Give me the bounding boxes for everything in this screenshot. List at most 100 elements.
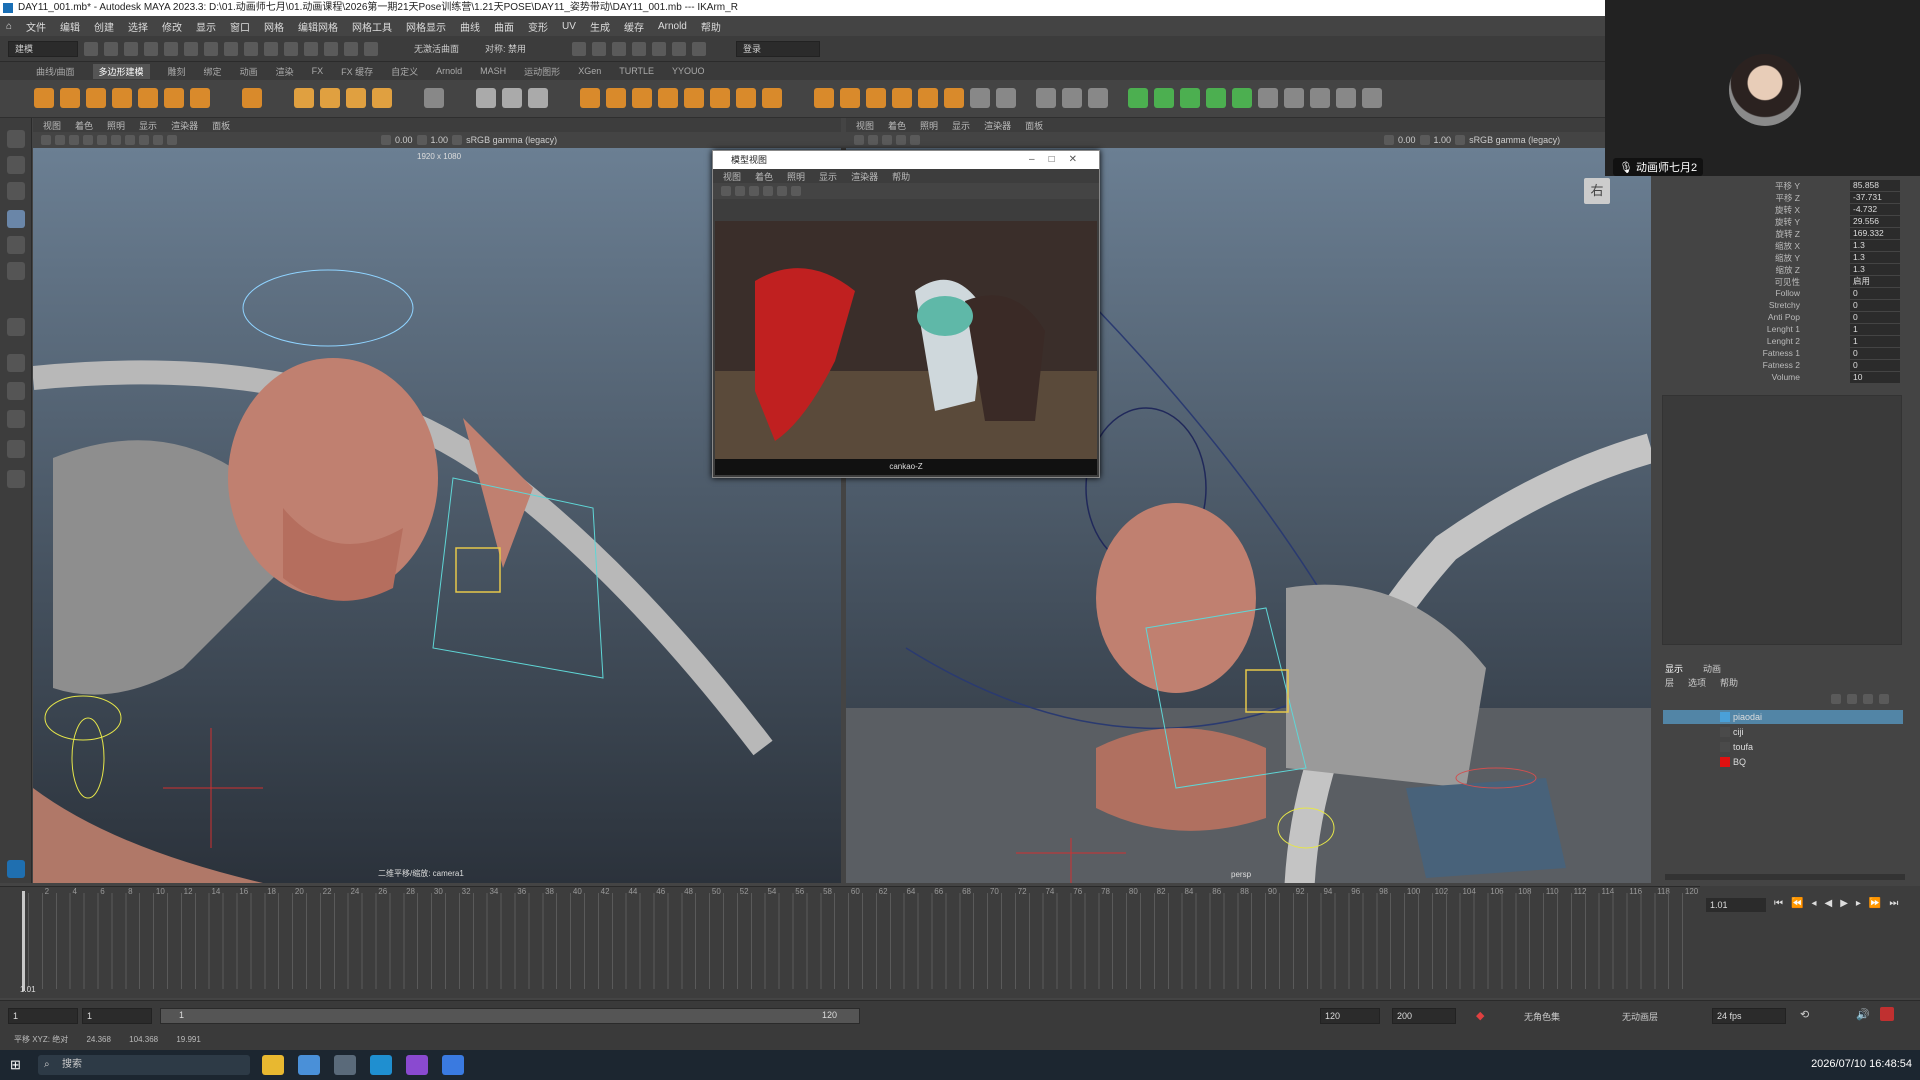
exposure-value[interactable]: 0.00 <box>395 135 413 145</box>
channel-row[interactable]: 旋转 X -4.732 <box>1657 204 1920 216</box>
grid-icon[interactable] <box>424 88 444 108</box>
smooth-shade-icon[interactable] <box>69 135 79 145</box>
camera-icon[interactable] <box>854 135 864 145</box>
layer-name[interactable]: piaodai <box>1733 712 1762 722</box>
chrome-icon[interactable] <box>298 1055 320 1075</box>
text-icon[interactable] <box>346 88 366 108</box>
channel-row[interactable]: 旋转 Z 169.332 <box>1657 228 1920 240</box>
layer-row[interactable]: piaodai <box>1663 710 1903 724</box>
append-icon[interactable] <box>840 88 860 108</box>
taskbar-search[interactable]: ⌕ 搜索 <box>38 1055 250 1075</box>
snap-grid-icon[interactable] <box>244 41 258 56</box>
menu-item[interactable]: 显示 <box>196 19 216 34</box>
layout-uv-icon[interactable] <box>1336 88 1356 108</box>
render-settings-icon[interactable] <box>632 41 647 56</box>
svg-icon[interactable] <box>372 88 392 108</box>
channel-value[interactable]: -4.732 <box>1850 204 1900 215</box>
pause-icon[interactable] <box>692 41 707 56</box>
shelf-tab[interactable]: 曲线/曲面 <box>36 65 75 78</box>
textured-icon[interactable] <box>896 135 906 145</box>
view-cube[interactable]: 右 <box>1584 178 1610 204</box>
combine-icon[interactable] <box>502 88 522 108</box>
outliner-layout-icon[interactable] <box>7 440 25 458</box>
new-empty-layer-icon[interactable] <box>1863 694 1873 704</box>
shelf-tab[interactable]: 动画 <box>240 65 258 78</box>
channel-row[interactable]: 平移 Z -37.731 <box>1657 192 1920 204</box>
gamma-icon[interactable] <box>1419 135 1430 145</box>
uv-editor-icon[interactable] <box>1128 88 1148 108</box>
reference-menu-item[interactable]: 显示 <box>819 170 837 183</box>
channel-row[interactable]: Stretchy 0 <box>1657 300 1920 312</box>
layer-name[interactable]: BQ <box>1733 757 1746 767</box>
layer-color-swatch[interactable] <box>1720 742 1730 752</box>
shelf-tab[interactable]: TURTLE <box>619 66 654 76</box>
channel-row[interactable]: Lenght 2 1 <box>1657 336 1920 348</box>
layer-name[interactable]: toufa <box>1733 742 1753 752</box>
channel-row[interactable]: Lenght 1 1 <box>1657 324 1920 336</box>
select-hierarchy-icon[interactable] <box>184 41 198 56</box>
isolate-icon[interactable] <box>153 135 163 145</box>
viewport-menu-item[interactable]: 着色 <box>888 119 906 132</box>
snap-curve-icon[interactable] <box>264 41 278 56</box>
menu-item[interactable]: 网格工具 <box>352 19 392 34</box>
channel-row[interactable]: Follow 0 <box>1657 288 1920 300</box>
poly-cylinder-icon[interactable] <box>86 88 106 108</box>
color-management-icon[interactable] <box>452 135 463 145</box>
textured-icon[interactable] <box>83 135 93 145</box>
shadows-icon[interactable] <box>111 135 121 145</box>
taskbar-clock[interactable]: 2026/07/10 16:48:54 <box>1811 1058 1912 1070</box>
channel-row[interactable]: Volume 10 <box>1657 372 1920 384</box>
layer-row[interactable]: ciji <box>1663 725 1903 739</box>
lights-icon[interactable] <box>97 135 107 145</box>
channel-value[interactable]: 1.3 <box>1850 264 1900 275</box>
step-forward-key-icon[interactable]: ⏩ <box>1869 898 1881 909</box>
collapse-icon[interactable] <box>918 88 938 108</box>
bridge-icon[interactable] <box>814 88 834 108</box>
shelf-tab[interactable]: 自定义 <box>391 65 418 78</box>
single-view-icon[interactable] <box>7 354 25 372</box>
animation-start-field[interactable]: 1 <box>8 1008 78 1024</box>
reference-menu-item[interactable]: 照明 <box>787 170 805 183</box>
meeting-app-icon[interactable] <box>442 1055 464 1075</box>
shelf-tab[interactable]: YYOUO <box>672 66 705 76</box>
reference-menu-item[interactable]: 视图 <box>723 170 741 183</box>
maya-taskbar-icon[interactable] <box>370 1055 392 1075</box>
layer-tab-anim[interactable]: 动画 <box>1703 662 1721 675</box>
poly-disc-icon[interactable] <box>190 88 210 108</box>
planar-map-icon[interactable] <box>1154 88 1174 108</box>
current-frame-field[interactable]: 1.01 <box>1706 898 1766 912</box>
channel-value[interactable]: 1.3 <box>1850 252 1900 263</box>
playback-end-field[interactable]: 120 <box>1320 1008 1380 1024</box>
render-frame-icon[interactable] <box>592 41 607 56</box>
color-space-label[interactable]: sRGB gamma (legacy) <box>466 135 557 145</box>
channel-value[interactable]: -37.731 <box>1850 192 1900 203</box>
start-icon[interactable]: ⊞ <box>10 1057 21 1073</box>
new-layer-selected-icon[interactable] <box>1879 694 1889 704</box>
layer-tab-display[interactable]: 显示 <box>1665 662 1683 675</box>
menu-item[interactable]: 生成 <box>590 19 610 34</box>
character-set-dropdown[interactable]: 无角色集 <box>1524 1010 1560 1023</box>
multi-cut-icon[interactable] <box>1062 88 1082 108</box>
channel-value[interactable]: 启用 <box>1850 276 1900 287</box>
snap-surface-icon[interactable] <box>304 41 318 56</box>
shelf-tab[interactable]: 绑定 <box>204 65 222 78</box>
remesh-icon[interactable] <box>684 88 704 108</box>
rotate-tool-icon[interactable] <box>7 236 25 254</box>
sound-icon[interactable]: 🔊 <box>1856 1008 1870 1021</box>
layer-color-swatch[interactable] <box>1720 727 1730 737</box>
cylindrical-map-icon[interactable] <box>1180 88 1200 108</box>
channel-value[interactable]: 29.556 <box>1850 216 1900 227</box>
open-scene-icon[interactable] <box>104 41 118 56</box>
save-scene-icon[interactable] <box>124 41 138 56</box>
menu-item[interactable]: 选择 <box>128 19 148 34</box>
shelf-tab[interactable]: FX <box>312 66 324 76</box>
color-management-icon[interactable] <box>1455 135 1466 145</box>
command-line[interactable]: 平移 XYZ: 绝对 24.368 104.368 19.991 <box>0 1030 1920 1050</box>
new-scene-icon[interactable] <box>84 41 98 56</box>
viewport-menu-item[interactable]: 照明 <box>920 119 938 132</box>
select-component-icon[interactable] <box>224 41 238 56</box>
viewport-menu-item[interactable]: 视图 <box>43 119 61 132</box>
merge-icon[interactable] <box>892 88 912 108</box>
retopo-icon[interactable] <box>710 88 730 108</box>
quad-layout-icon[interactable] <box>7 318 25 336</box>
